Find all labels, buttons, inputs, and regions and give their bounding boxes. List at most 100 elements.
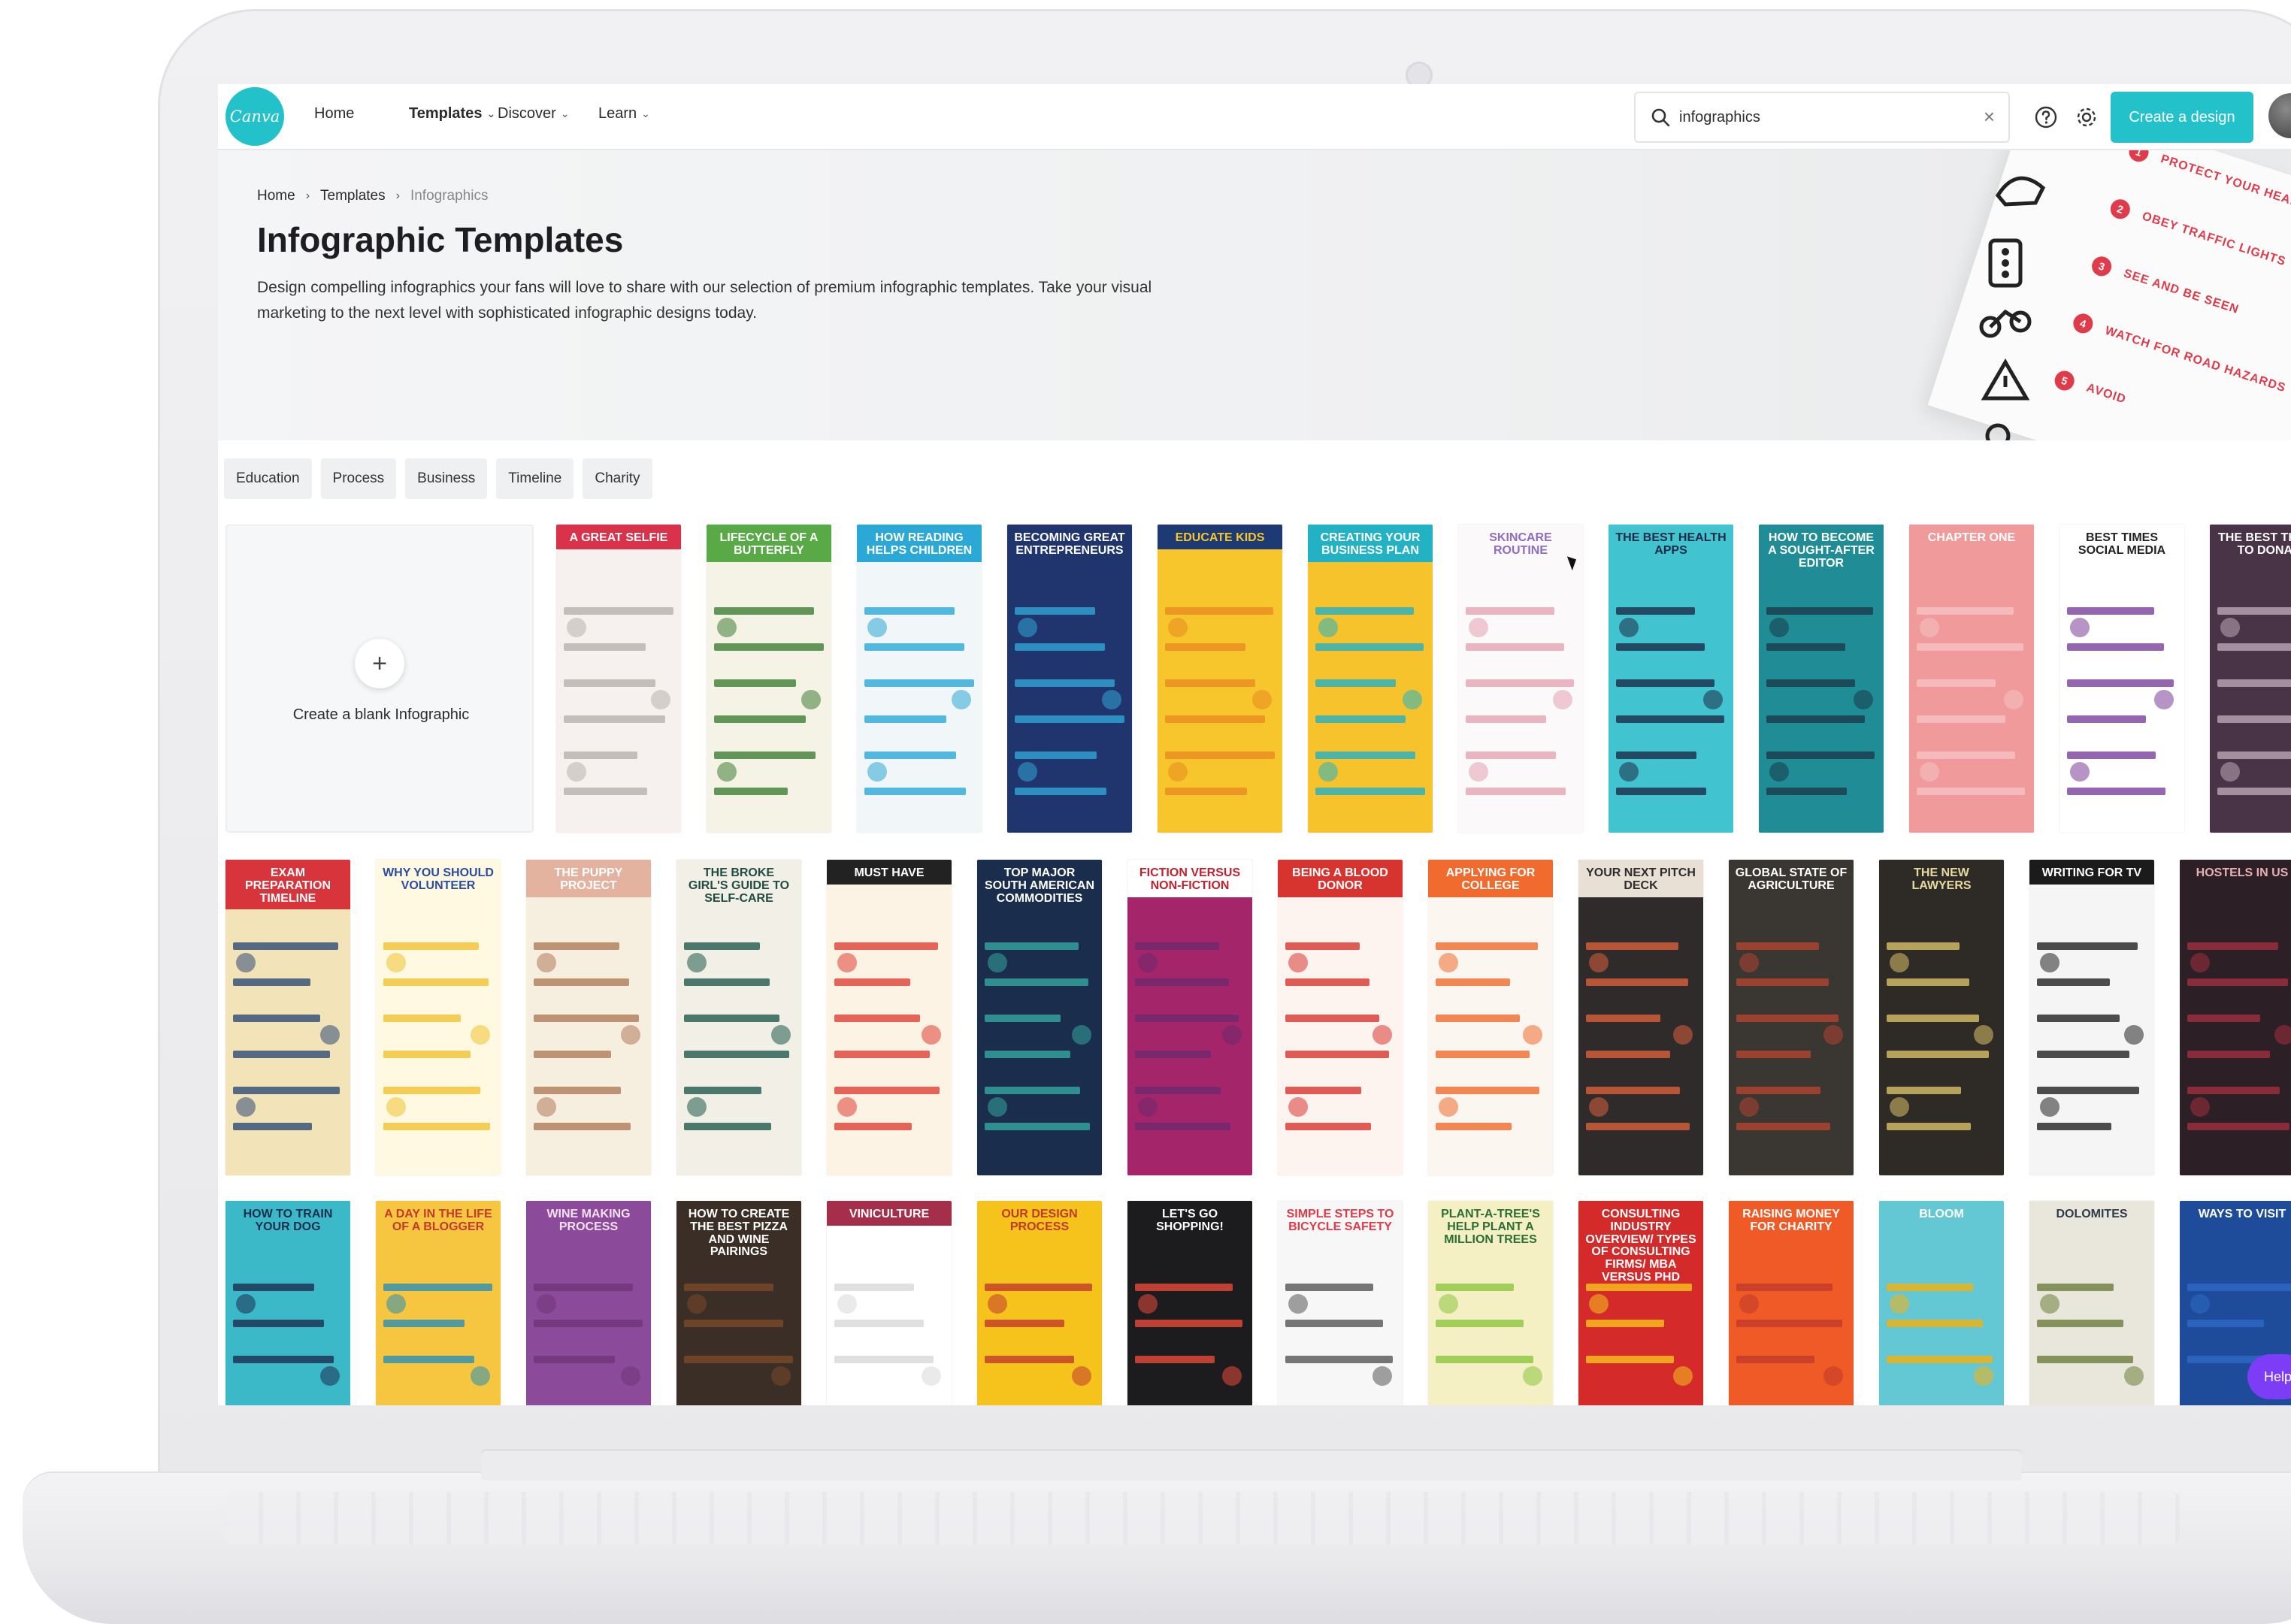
template-icon xyxy=(1703,690,1723,709)
filter-business[interactable]: Business xyxy=(405,458,488,499)
template-card[interactable]: Let's Go Shopping! xyxy=(1127,1201,1252,1405)
nav-discover[interactable]: Discover ⌄ xyxy=(498,105,570,122)
template-card[interactable]: Wine Making Process xyxy=(526,1201,651,1405)
template-card[interactable]: Bloom xyxy=(1879,1201,2004,1405)
search-box[interactable]: × xyxy=(1634,92,2010,143)
template-card[interactable]: Fiction versus Non-Fiction xyxy=(1127,860,1252,1175)
template-card[interactable]: The Broke Girl's Guide to Self-Care xyxy=(676,860,801,1175)
template-content-line xyxy=(534,1320,643,1327)
template-card[interactable]: The Best Health Apps xyxy=(1609,525,1733,833)
breadcrumb-home[interactable]: Home xyxy=(257,188,295,204)
template-card[interactable]: How to Create the Best Pizza and Wine Pa… xyxy=(676,1201,801,1405)
template-content-line xyxy=(1766,643,1845,651)
template-icon xyxy=(1222,1025,1242,1045)
template-card[interactable]: Hostels in US xyxy=(2180,860,2291,1175)
template-content-line xyxy=(834,1320,924,1327)
template-card[interactable]: How to Become a Sought-After Editor xyxy=(1759,525,1884,833)
template-card[interactable]: Consulting industry overview/ Types of c… xyxy=(1578,1201,1703,1405)
template-card[interactable]: Becoming Great Entrepreneurs xyxy=(1007,525,1132,833)
template-title: Becoming Great Entrepreneurs xyxy=(1007,525,1132,562)
create-blank-infographic-card[interactable]: + Create a blank Infographic xyxy=(225,525,534,833)
plus-icon: + xyxy=(355,639,404,688)
create-design-button[interactable]: Create a design xyxy=(2111,92,2253,143)
breadcrumb-templates[interactable]: Templates xyxy=(320,188,386,204)
template-content-line xyxy=(564,643,646,651)
template-card[interactable]: Skincare Routine xyxy=(1458,525,1583,833)
template-card[interactable]: How to Train Your Dog xyxy=(225,1201,350,1405)
template-card[interactable]: Educate Kids xyxy=(1158,525,1282,833)
template-content-line xyxy=(1736,1051,1811,1058)
template-card[interactable]: Global State of Agriculture xyxy=(1729,860,1854,1175)
template-card[interactable]: Must Have xyxy=(827,860,952,1175)
template-icon xyxy=(2220,762,2240,782)
template-card[interactable]: A Great Selfie xyxy=(556,525,681,833)
template-card[interactable]: Lifecycle of a Butterfly xyxy=(707,525,831,833)
template-card[interactable]: Creating Your Business Plan xyxy=(1308,525,1433,833)
template-content-line xyxy=(1736,978,1829,986)
filter-process[interactable]: Process xyxy=(320,458,397,499)
template-card[interactable]: Your Next Pitch Deck xyxy=(1578,860,1703,1175)
template-content-line xyxy=(1436,1087,1539,1094)
chevron-down-icon: ⌄ xyxy=(560,107,570,119)
clear-icon[interactable]: × xyxy=(1984,107,1995,126)
search-input[interactable] xyxy=(1679,108,1965,126)
template-card[interactable]: Raising Money for Charity xyxy=(1729,1201,1854,1405)
template-content-line xyxy=(985,1123,1090,1130)
template-content-line xyxy=(1436,1123,1512,1130)
template-content-line xyxy=(985,1320,1064,1327)
template-content-line xyxy=(1887,978,1969,986)
template-card[interactable]: Chapter One xyxy=(1909,525,2034,833)
template-card[interactable]: Applying for College xyxy=(1428,860,1553,1175)
template-icon xyxy=(867,762,887,782)
filter-timeline[interactable]: Timeline xyxy=(496,458,574,499)
template-card[interactable]: How Reading Helps Children xyxy=(857,525,982,833)
nav-home[interactable]: Home xyxy=(314,105,354,122)
template-card[interactable]: Viniculture xyxy=(827,1201,952,1405)
template-icon xyxy=(651,690,670,709)
template-content-line xyxy=(1586,1123,1690,1130)
template-icon xyxy=(236,1294,256,1314)
template-card[interactable]: Writing for TV xyxy=(2029,860,2154,1175)
template-card[interactable]: Why You Should Volunteer xyxy=(376,860,501,1175)
template-content-line xyxy=(1616,715,1724,723)
template-card[interactable]: Being a Blood Donor xyxy=(1278,860,1403,1175)
template-content-line xyxy=(1736,942,1819,950)
template-icon xyxy=(1823,1366,1843,1386)
template-content-line xyxy=(1285,1087,1361,1094)
filter-charity[interactable]: Charity xyxy=(583,458,652,499)
template-card[interactable]: Top Major South American Commodities xyxy=(977,860,1102,1175)
help-button[interactable]: Help xyxy=(2247,1354,2291,1399)
template-title: Writing for TV xyxy=(2029,860,2154,885)
template-content-line xyxy=(564,715,665,723)
template-card[interactable]: The Puppy Project xyxy=(526,860,651,1175)
settings-icon[interactable] xyxy=(2075,105,2099,129)
canva-logo[interactable]: Canva xyxy=(225,87,284,146)
template-content-line xyxy=(383,978,489,986)
help-icon[interactable] xyxy=(2034,105,2058,129)
template-icon xyxy=(1739,1097,1759,1117)
nav-templates[interactable]: Templates ⌄ xyxy=(409,105,495,122)
step-label: AVOID xyxy=(2084,381,2128,407)
template-card[interactable]: The Best Things To Donate xyxy=(2210,525,2291,833)
avatar[interactable] xyxy=(2268,93,2291,138)
create-design-label: Create a design xyxy=(2129,108,2235,126)
nav-learn[interactable]: Learn ⌄ xyxy=(598,105,650,122)
template-card[interactable]: Dolomites xyxy=(2029,1201,2154,1405)
template-card[interactable]: Best Times Social Media xyxy=(2059,525,2184,833)
template-icon xyxy=(1469,618,1488,637)
template-title: Being a Blood Donor xyxy=(1278,860,1403,897)
filter-education[interactable]: Education xyxy=(224,458,312,499)
template-card[interactable]: The New Lawyers xyxy=(1879,860,2004,1175)
nav-templates-label: Templates xyxy=(409,105,483,122)
template-icon xyxy=(687,1097,707,1117)
template-content-line xyxy=(1887,1051,1989,1058)
template-card[interactable]: Plant-a-Tree's Help Plant a Million Tree… xyxy=(1428,1201,1553,1405)
template-card[interactable]: Our Design Process xyxy=(977,1201,1102,1405)
template-grid: + Create a blank Infographic A Great Sel… xyxy=(225,525,2291,1405)
template-content-line xyxy=(684,1284,773,1291)
template-card[interactable]: Exam Preparation Timeline xyxy=(225,860,350,1175)
template-icon xyxy=(771,1366,791,1386)
template-content-line xyxy=(834,1284,914,1291)
template-card[interactable]: Simple Steps to Bicycle Safety xyxy=(1278,1201,1403,1405)
template-card[interactable]: A Day in the Life of a Blogger xyxy=(376,1201,501,1405)
